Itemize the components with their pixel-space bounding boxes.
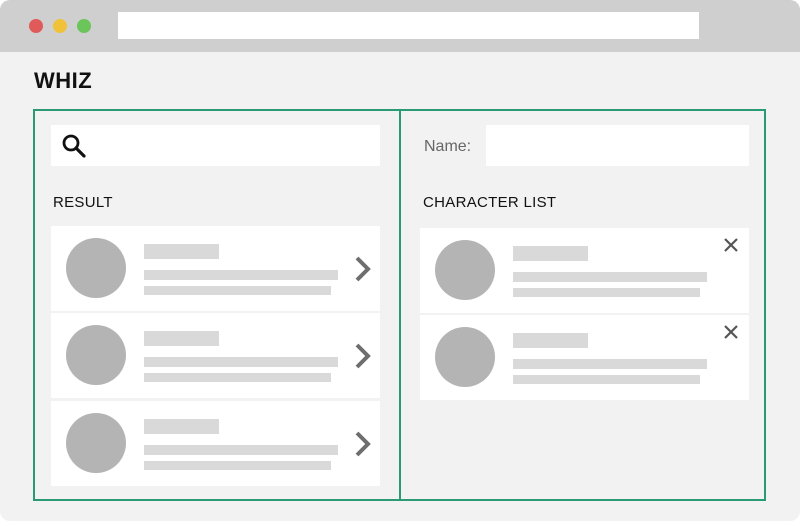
placeholder-line [513, 288, 700, 297]
placeholder-line [144, 270, 338, 280]
character-list-item [420, 315, 749, 400]
chevron-right-icon[interactable] [353, 255, 373, 283]
title-bar [0, 0, 800, 52]
result-heading: RESULT [53, 194, 113, 211]
address-bar[interactable] [118, 12, 699, 39]
avatar [435, 327, 495, 387]
placeholder-line [513, 359, 707, 369]
name-field[interactable] [486, 125, 749, 166]
chevron-right-icon[interactable] [353, 342, 373, 370]
placeholder-line [144, 373, 331, 382]
placeholder-line [144, 445, 338, 455]
avatar [66, 238, 126, 298]
placeholder-title [144, 331, 219, 346]
avatar [66, 325, 126, 385]
placeholder-line [144, 461, 331, 470]
placeholder-line [144, 286, 331, 295]
result-list-item[interactable] [51, 226, 380, 311]
chevron-right-icon[interactable] [353, 430, 373, 458]
result-list-item[interactable] [51, 313, 380, 398]
character-list-item [420, 228, 749, 313]
character-list-heading: CHARACTER LIST [423, 194, 557, 211]
close-icon[interactable] [723, 324, 739, 340]
placeholder-line [513, 375, 700, 384]
placeholder-title [144, 419, 219, 434]
placeholder-title [144, 244, 219, 259]
avatar [66, 413, 126, 473]
search-icon [62, 134, 86, 158]
avatar [435, 240, 495, 300]
close-window-button[interactable] [29, 19, 43, 33]
placeholder-line [513, 272, 707, 282]
browser-window: WHIZ RESULT Name: CHARACTER LIST [0, 0, 800, 521]
close-icon[interactable] [723, 237, 739, 253]
minimize-window-button[interactable] [53, 19, 67, 33]
placeholder-title [513, 246, 588, 261]
app-title: WHIZ [34, 68, 93, 93]
placeholder-line [144, 357, 338, 367]
search-input[interactable] [51, 125, 380, 166]
result-list-item[interactable] [51, 401, 380, 486]
name-label: Name: [424, 138, 472, 155]
placeholder-title [513, 333, 588, 348]
maximize-window-button[interactable] [77, 19, 91, 33]
